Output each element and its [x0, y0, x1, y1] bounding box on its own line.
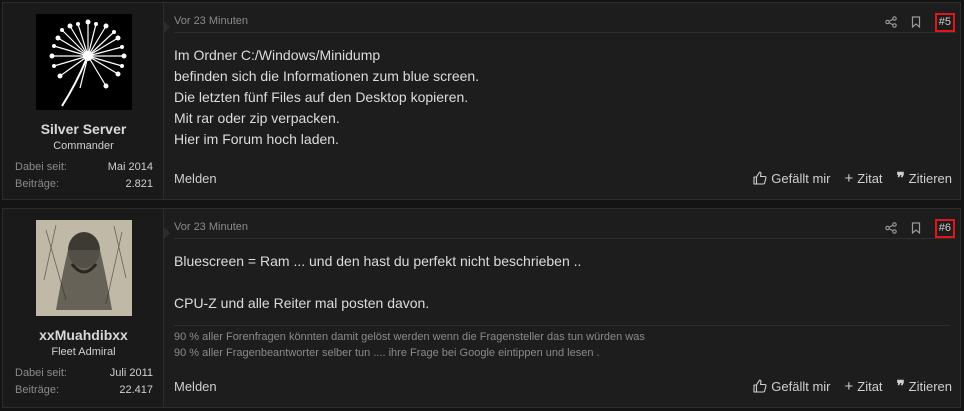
plus-icon: +: [844, 377, 854, 395]
share-icon[interactable]: [884, 222, 897, 234]
like-label: Gefällt mir: [771, 170, 831, 186]
message-line: Hier im Forum hoch laden.: [174, 131, 339, 147]
post-time[interactable]: Vor 23 Minuten: [174, 221, 248, 233]
stat-posts: Beiträge: 2.821: [15, 178, 153, 190]
user-title: Fleet Admiral: [51, 346, 116, 358]
multi-quote-label: Zitat: [857, 170, 883, 186]
plus-icon: +: [844, 169, 854, 187]
quote-button[interactable]: ❞ Zitieren: [897, 169, 952, 187]
stat-value: Mai 2014: [107, 161, 153, 173]
message-line: Mit rar oder zip verpacken.: [174, 110, 340, 126]
stat-value: 22.417: [119, 384, 153, 396]
bookmark-icon[interactable]: [911, 16, 921, 28]
report-button[interactable]: Melden: [174, 171, 217, 186]
signature-line: 90 % aller Forenfragen könnten damit gel…: [174, 331, 645, 343]
stat-label: Beiträge:: [15, 178, 60, 190]
post-header-actions: #6: [884, 218, 955, 238]
post: xxMuahdibxx Fleet Admiral Dabei seit: Ju…: [2, 208, 961, 408]
quote-icon: ❞: [896, 169, 905, 187]
post: Silver Server Commander Dabei seit: Mai …: [2, 2, 961, 200]
avatar[interactable]: [36, 14, 132, 110]
post-footer: Melden Gefällt mir + Zitat ❞ Zitieren: [174, 169, 952, 187]
dandelion-avatar-icon: [36, 14, 132, 110]
stat-joined: Dabei seit: Juli 2011: [15, 367, 153, 379]
message-line: befinden sich die Informationen zum blue…: [174, 68, 480, 84]
post-number[interactable]: #5: [934, 12, 955, 32]
post-message: Im Ordner C:/Windows/Minidump befinden s…: [174, 45, 950, 150]
post-header-actions: #5: [884, 12, 955, 32]
quote-icon: ❞: [896, 377, 905, 395]
bookmark-icon[interactable]: [911, 222, 921, 234]
like-label: Gefällt mir: [771, 378, 831, 394]
share-icon[interactable]: [884, 16, 897, 28]
quote-label: Zitieren: [908, 170, 952, 186]
post-footer: Melden Gefällt mir + Zitat ❞ Zitieren: [174, 377, 952, 395]
post-reactions: Gefällt mir + Zitat ❞ Zitieren: [753, 169, 952, 187]
stat-value: Juli 2011: [109, 367, 153, 379]
sketch-figure-avatar-icon: [36, 220, 132, 316]
signature: 90 % aller Forenfragen könnten damit gel…: [174, 329, 950, 361]
like-button[interactable]: Gefällt mir: [753, 378, 831, 394]
like-button[interactable]: Gefällt mir: [753, 170, 831, 186]
multi-quote-button[interactable]: + Zitat: [845, 378, 883, 395]
message-line: CPU-Z und alle Reiter mal posten davon.: [174, 295, 430, 311]
thumbs-up-icon: [753, 379, 767, 393]
avatar[interactable]: [36, 220, 132, 316]
stat-posts: Beiträge: 22.417: [15, 384, 153, 396]
stat-label: Dabei seit:: [15, 161, 67, 173]
signature-line: 90 % aller Fragenbeantworter selber tun …: [174, 347, 600, 359]
user-pane: xxMuahdibxx Fleet Admiral Dabei seit: Ju…: [3, 209, 170, 407]
signature-divider: [174, 325, 950, 326]
stat-value: 2.821: [125, 178, 153, 190]
report-button[interactable]: Melden: [174, 379, 217, 394]
post-reactions: Gefällt mir + Zitat ❞ Zitieren: [753, 377, 952, 395]
message-line: [174, 272, 950, 293]
user-title: Commander: [53, 140, 114, 152]
divider: [174, 32, 956, 33]
message-line: Bluescreen = Ram ... und den hast du per…: [174, 253, 582, 269]
post-message: Bluescreen = Ram ... und den hast du per…: [174, 251, 950, 314]
post-content: Vor 23 Minuten #5 Im Ordner C:/Windows/M…: [164, 3, 960, 199]
message-line: Im Ordner C:/Windows/Minidump: [174, 47, 381, 63]
multi-quote-label: Zitat: [857, 378, 883, 394]
multi-quote-button[interactable]: + Zitat: [845, 170, 883, 187]
username[interactable]: Silver Server: [3, 121, 164, 137]
stat-joined: Dabei seit: Mai 2014: [15, 161, 153, 173]
stat-label: Dabei seit:: [15, 367, 67, 379]
post-number[interactable]: #6: [934, 218, 955, 238]
divider: [174, 238, 956, 239]
quote-label: Zitieren: [908, 378, 952, 394]
post-time[interactable]: Vor 23 Minuten: [174, 15, 248, 27]
message-line: Die letzten fünf Files auf den Desktop k…: [174, 89, 469, 105]
username[interactable]: xxMuahdibxx: [3, 327, 164, 343]
user-pane: Silver Server Commander Dabei seit: Mai …: [3, 3, 170, 199]
thumbs-up-icon: [753, 171, 767, 185]
stat-label: Beiträge:: [15, 384, 60, 396]
quote-button[interactable]: ❞ Zitieren: [897, 377, 952, 395]
post-content: Vor 23 Minuten #6 Bluescreen = Ram ... u…: [164, 209, 960, 407]
